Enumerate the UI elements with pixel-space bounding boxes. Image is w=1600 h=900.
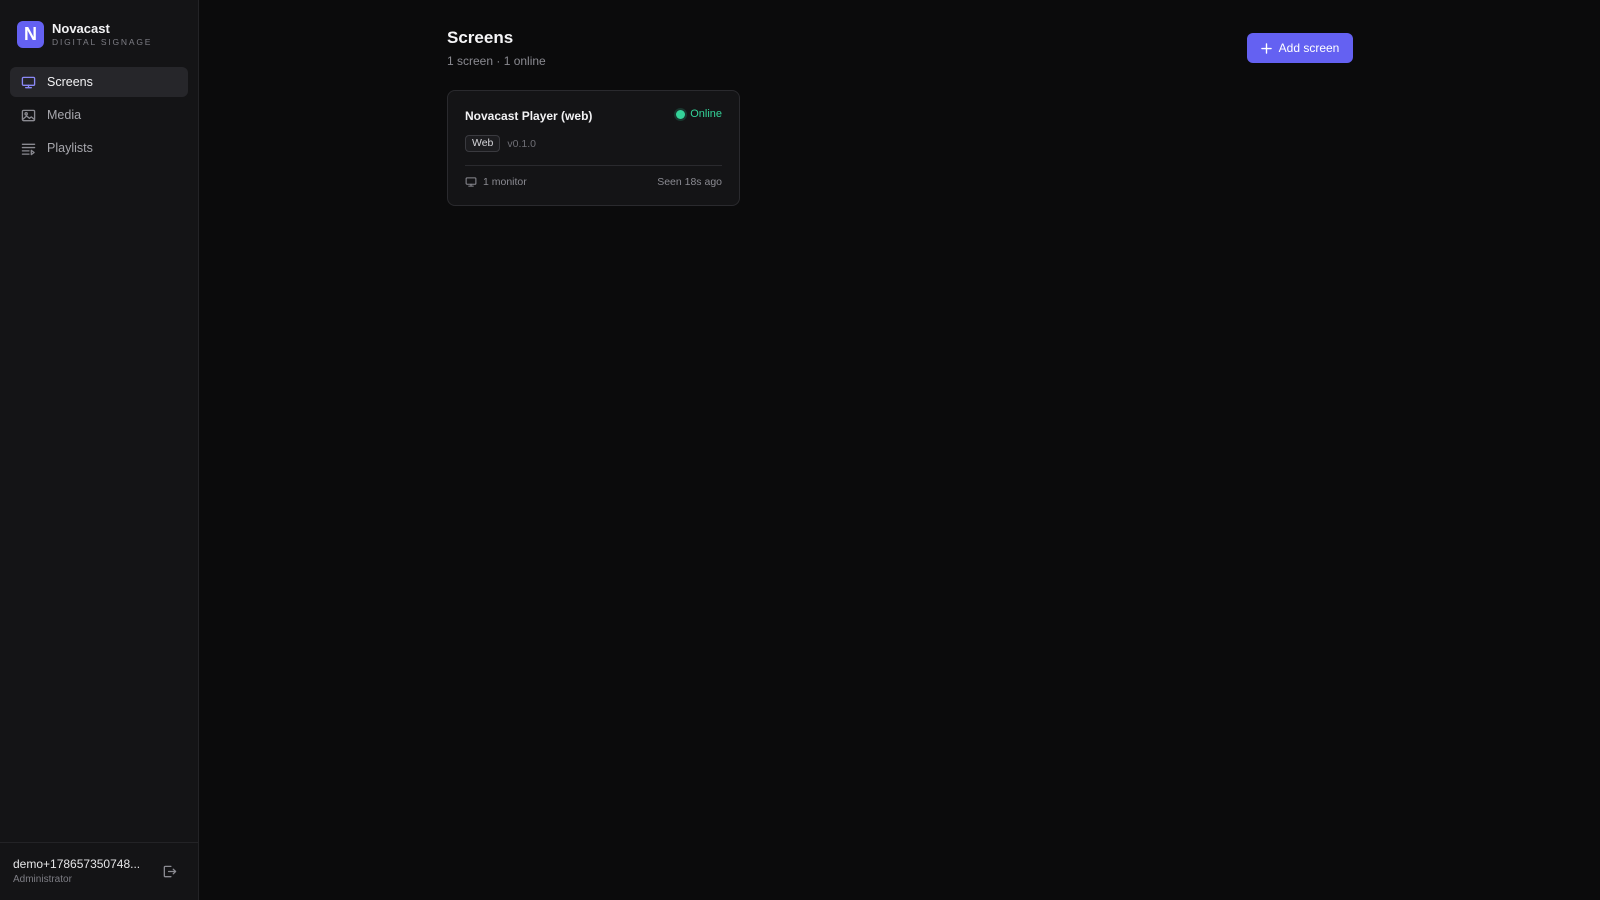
brand-logo: N: [17, 20, 44, 48]
screen-name: Novacast Player (web): [465, 109, 593, 123]
main-content: Screens 1 screen · 1 online Add screen N…: [199, 0, 1600, 900]
user-email: demo+178657350748...: [13, 857, 141, 871]
logout-button[interactable]: [158, 861, 180, 883]
brand-subtitle: DIGITAL SIGNAGE: [52, 36, 153, 47]
sidebar-nav: Screens Media Playlists: [0, 67, 198, 163]
sidebar-item-label: Playlists: [47, 141, 93, 155]
user-role: Administrator: [13, 874, 72, 885]
monitor-count: 1 monitor: [465, 176, 527, 188]
add-screen-button[interactable]: Add screen: [1247, 33, 1353, 63]
card-divider: [465, 165, 722, 166]
sidebar-item-label: Screens: [47, 75, 93, 89]
sidebar-item-playlists[interactable]: Playlists: [10, 133, 188, 163]
sidebar-item-screens[interactable]: Screens: [10, 67, 188, 97]
playlist-icon: [21, 141, 36, 156]
monitor-icon: [465, 176, 477, 188]
add-screen-label: Add screen: [1278, 41, 1340, 55]
sidebar-item-media[interactable]: Media: [10, 100, 188, 130]
user-panel: demo+178657350748... Administrator: [0, 842, 199, 900]
monitor-count-label: 1 monitor: [483, 176, 527, 188]
platform-tag: Web: [465, 135, 501, 152]
screen-tags: Web v0.1.0: [465, 135, 536, 152]
status-label: Online: [690, 108, 722, 120]
image-icon: [21, 108, 36, 123]
sidebar: N Novacast DIGITAL SIGNAGE Screens Media…: [0, 0, 199, 900]
logout-icon: [162, 864, 177, 879]
brand-name: Novacast: [52, 20, 110, 36]
last-seen: Seen 18s ago: [657, 176, 722, 188]
screen-card[interactable]: Novacast Player (web) Online Web v0.1.0 …: [447, 90, 740, 206]
page-title: Screens: [447, 28, 514, 47]
user-info: demo+178657350748... Administrator: [13, 857, 158, 886]
sidebar-item-label: Media: [47, 108, 82, 122]
brand-text: Novacast DIGITAL SIGNAGE: [52, 21, 152, 48]
status-badge: Online: [676, 108, 722, 120]
brand[interactable]: N Novacast DIGITAL SIGNAGE: [0, 0, 198, 48]
page-subtitle: 1 screen · 1 online: [447, 54, 546, 68]
version-label: v0.1.0: [507, 137, 537, 150]
plus-icon: [1260, 42, 1272, 54]
status-dot-icon: [676, 109, 686, 119]
monitor-icon: [21, 75, 36, 90]
app-root: N Novacast DIGITAL SIGNAGE Screens Media…: [0, 0, 1600, 900]
